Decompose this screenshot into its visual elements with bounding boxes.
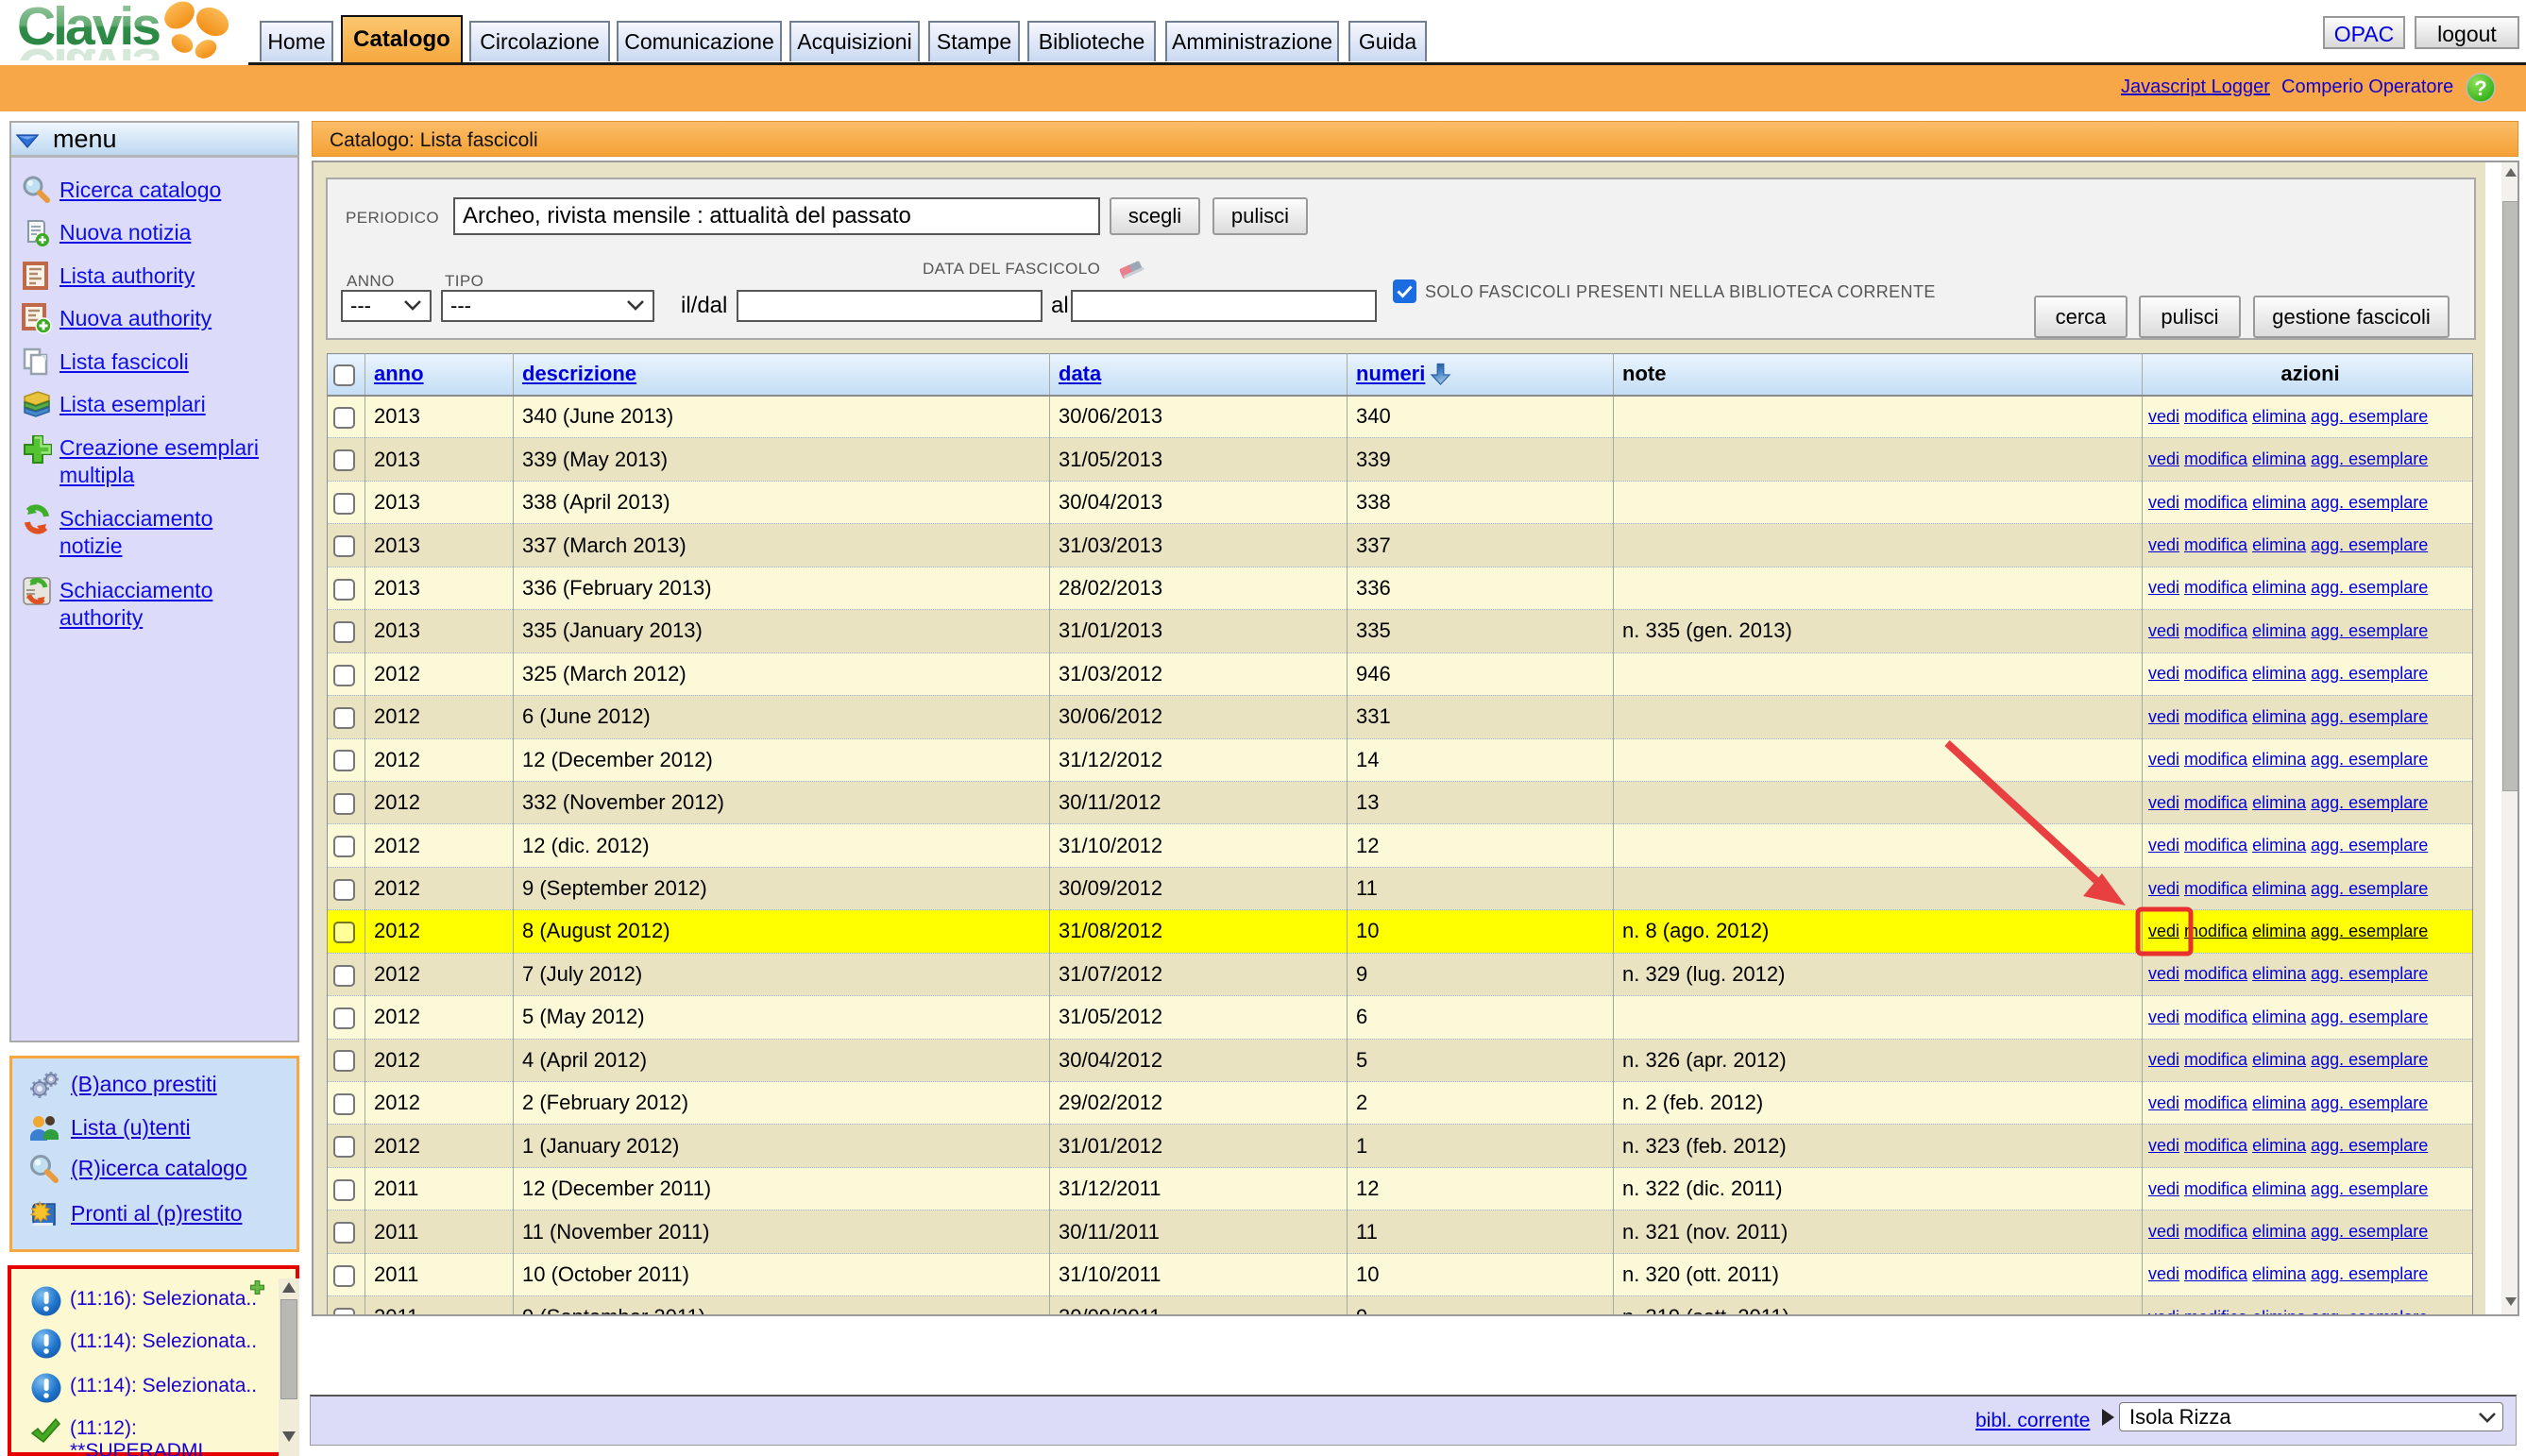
svg-text:?: ?	[2474, 76, 2486, 100]
